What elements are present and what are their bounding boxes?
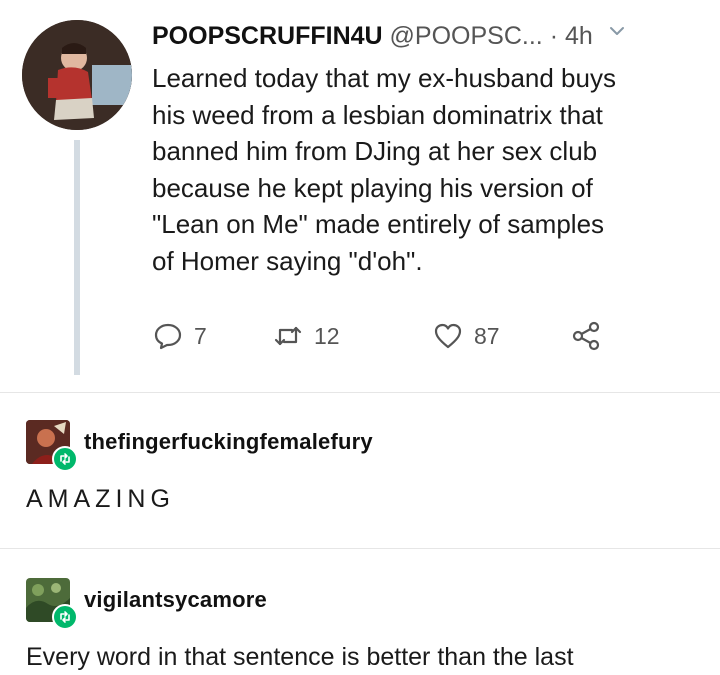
retweet-count: 12: [314, 322, 340, 349]
like-button[interactable]: 87: [432, 316, 500, 356]
reblog-icon: [52, 446, 78, 472]
retweet-button[interactable]: 12: [272, 316, 340, 356]
share-button[interactable]: [570, 316, 612, 356]
chevron-down-icon[interactable]: [608, 22, 626, 40]
reblog-post: thefingerfuckingfemalefury AMAZING: [0, 393, 720, 548]
post-text: Every word in that sentence is better th…: [26, 643, 574, 671]
tweet-text: Learned today that my ex-husband buys hi…: [152, 63, 616, 276]
handle[interactable]: @POOPSC...: [390, 22, 543, 50]
reply-icon: [154, 323, 182, 350]
tweet-avatar[interactable]: [22, 20, 132, 130]
post-header: thefingerfuckingfemalefury: [26, 417, 373, 472]
retweet-icon: [274, 326, 302, 346]
reblog-icon: [52, 604, 78, 630]
like-count: 87: [474, 322, 500, 349]
post-header: vigilantsycamore: [26, 575, 267, 630]
timestamp[interactable]: · 4h: [550, 22, 593, 50]
like-icon: [434, 323, 462, 349]
post-text: AMAZING: [26, 485, 175, 513]
tweet-actions: 7 12 87: [152, 316, 672, 356]
tweet-card: POOPSCRUFFIN4U @POOPSC... · 4h Learned t…: [0, 0, 720, 392]
share-icon: [572, 321, 600, 351]
thread-line: [74, 140, 80, 375]
tweet-header: POOPSCRUFFIN4U @POOPSC... · 4h: [152, 22, 712, 51]
username[interactable]: thefingerfuckingfemalefury: [84, 429, 373, 455]
reply-count: 7: [194, 322, 207, 349]
display-name[interactable]: POOPSCRUFFIN4U: [152, 22, 383, 50]
reblog-post: vigilantsycamore Every word in that sent…: [0, 549, 720, 675]
avatar[interactable]: [26, 578, 78, 630]
username[interactable]: vigilantsycamore: [84, 587, 267, 613]
avatar[interactable]: [26, 420, 78, 472]
reply-button[interactable]: 7: [152, 316, 207, 356]
